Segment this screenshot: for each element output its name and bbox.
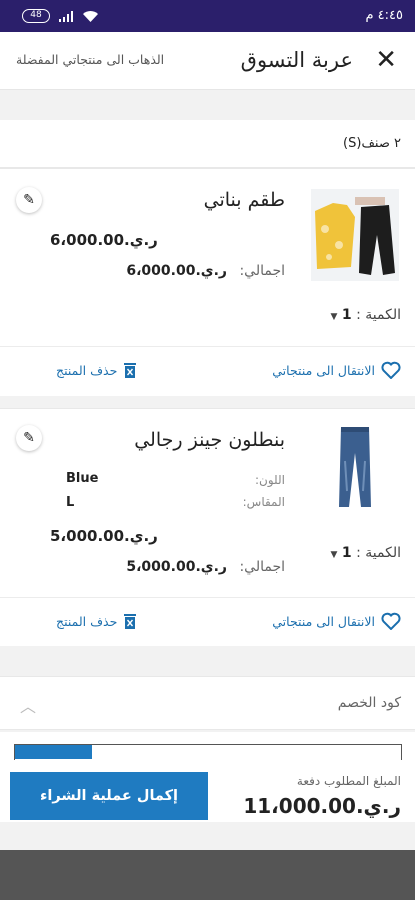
- item-total: اجمالي: ر.ي.6،000.00: [126, 263, 285, 279]
- status-bar: 48 ٤:٤٥ م: [0, 0, 415, 32]
- page-title: عربة التسوق: [240, 48, 353, 72]
- coupon-section[interactable]: كود الخصم ︿: [0, 676, 415, 730]
- product-image[interactable]: [311, 421, 399, 513]
- move-to-favorites-label: الانتقال الى منتجاتي: [272, 613, 375, 629]
- edit-icon[interactable]: ✎: [16, 425, 42, 451]
- product-name[interactable]: طقم بناتي: [204, 189, 285, 211]
- amount-due-label: المبلغ المطلوب دفعة: [296, 774, 401, 788]
- quantity-selector[interactable]: الكمية : 1 ▼: [331, 545, 401, 561]
- wifi-icon: [83, 10, 98, 22]
- checkout-footer: إكمال عملية الشراء المبلغ المطلوب دفعة ر…: [0, 732, 415, 822]
- quantity-value: 1: [341, 307, 352, 323]
- favorites-link[interactable]: الذهاب الى منتجاتي المفضلة: [16, 52, 164, 67]
- progress-fill: [15, 745, 93, 759]
- trash-icon: [124, 363, 137, 378]
- item-actions: الانتقال الى منتجاتي حذف المنتج: [0, 597, 415, 647]
- checkout-button[interactable]: إكمال عملية الشراء: [10, 772, 208, 820]
- system-nav-bar: [0, 850, 415, 900]
- total-label: اجمالي:: [239, 559, 285, 575]
- delete-item-button[interactable]: حذف المنتج: [56, 612, 137, 630]
- product-price: ر.ي.6،000.00: [50, 231, 158, 249]
- chevron-down-icon: ▼: [330, 550, 338, 560]
- color-value: Blue: [66, 471, 99, 486]
- move-to-favorites-button[interactable]: الانتقال الى منتجاتي: [272, 612, 401, 630]
- coupon-label: كود الخصم: [337, 695, 401, 711]
- cart-count-bar: ٢ صنف(S): [0, 120, 415, 168]
- battery-icon: 48: [22, 9, 50, 23]
- size-label: المقاس:: [242, 495, 285, 509]
- quantity-selector[interactable]: الكمية : 1 ▼: [331, 307, 401, 323]
- edit-icon[interactable]: ✎: [16, 187, 42, 213]
- chevron-up-icon[interactable]: ︿: [20, 693, 36, 717]
- move-to-favorites-label: الانتقال الى منتجاتي: [272, 362, 375, 378]
- cart-item: طقم بناتي ✎ ر.ي.6،000.00 اجمالي: ر.ي.6،0…: [0, 168, 415, 396]
- trash-icon: [124, 614, 137, 629]
- product-image[interactable]: [311, 189, 399, 281]
- cart-count: ٢ صنف(S): [343, 136, 401, 151]
- amount-due-value: ر.ي.11،000.00: [243, 794, 401, 818]
- quantity-label: الكمية :: [356, 307, 401, 323]
- total-label: اجمالي:: [239, 263, 285, 279]
- delete-item-button[interactable]: حذف المنتج: [56, 361, 137, 379]
- size-value: L: [66, 495, 75, 510]
- delete-item-label: حذف المنتج: [56, 362, 118, 378]
- close-icon[interactable]: ✕: [375, 46, 397, 74]
- signal-icon: [59, 10, 73, 22]
- clock: ٤:٤٥ م: [365, 8, 403, 23]
- heart-icon: [381, 612, 401, 630]
- total-value: ر.ي.5،000.00: [126, 559, 227, 575]
- progress-bar: [14, 744, 402, 760]
- jeans-image: [311, 421, 399, 513]
- total-value: ر.ي.6،000.00: [126, 263, 227, 279]
- move-to-favorites-button[interactable]: الانتقال الى منتجاتي: [272, 361, 401, 379]
- status-icons: 48: [22, 9, 99, 23]
- kids-outfit-image: [311, 189, 399, 281]
- delete-item-label: حذف المنتج: [56, 613, 118, 629]
- heart-icon: [381, 361, 401, 379]
- color-label: اللون:: [254, 473, 285, 487]
- product-name[interactable]: بنطلون جينز رجالي: [134, 429, 285, 451]
- product-price: ر.ي.5،000.00: [50, 527, 158, 545]
- item-total: اجمالي: ر.ي.5،000.00: [126, 559, 285, 575]
- app-bar: ✕ عربة التسوق الذهاب الى منتجاتي المفضلة: [0, 32, 415, 90]
- cart-item: بنطلون جينز رجالي ✎ اللون: Blue المقاس: …: [0, 408, 415, 646]
- chevron-down-icon: ▼: [330, 312, 338, 322]
- quantity-label: الكمية :: [356, 545, 401, 561]
- quantity-value: 1: [341, 545, 352, 561]
- item-actions: الانتقال الى منتجاتي حذف المنتج: [0, 346, 415, 396]
